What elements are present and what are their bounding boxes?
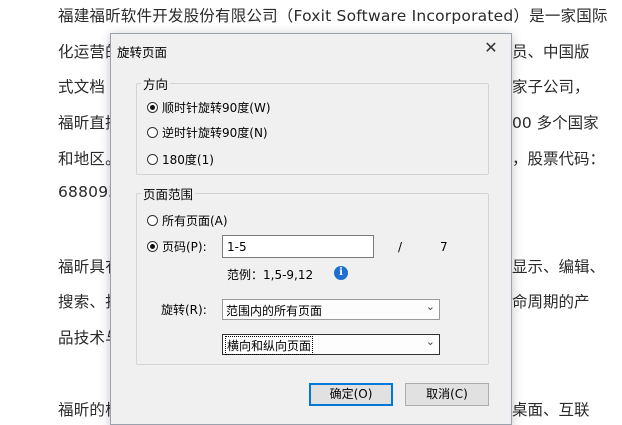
dialog-title: 旋转页面 — [117, 45, 168, 60]
rotate-counterclockwise-label: 逆时针旋转90度(N) — [162, 126, 268, 140]
cancel-button[interactable]: 取消(C) — [405, 383, 489, 406]
rotate-pages-dialog: 旋转页面 ✕ 方向 顺时针旋转90度(W) 逆时针旋转90度(N) 180度(1… — [110, 33, 512, 425]
page-orientation-value: 横向和纵向页面 — [224, 336, 314, 355]
radio-unselected-icon — [147, 215, 158, 226]
all-pages-radio[interactable]: 所有页面(A) — [147, 212, 228, 229]
chevron-down-icon: ⌄ — [425, 300, 435, 313]
document-fragment: 00 多个国家 — [512, 114, 599, 132]
page-slash: / — [398, 240, 403, 254]
ok-button[interactable]: 确定(O) — [309, 383, 393, 406]
radio-selected-icon — [147, 241, 158, 252]
radio-unselected-icon — [147, 154, 158, 165]
close-icon[interactable]: ✕ — [480, 37, 502, 59]
document-fragment: 家子公司， — [512, 78, 590, 96]
document-fragment: 桌面、互联 — [512, 401, 590, 419]
document-fragment: ，股票代码： — [512, 150, 606, 168]
page-numbers-radio[interactable]: 页码(P): — [147, 238, 207, 255]
page-orientation-select[interactable]: 横向和纵向页面 ⌄ — [222, 334, 440, 355]
rotate-counterclockwise-radio[interactable]: 逆时针旋转90度(N) — [147, 124, 268, 141]
range-example-text: 范例：1,5-9,12 — [227, 268, 314, 282]
info-icon[interactable]: i — [334, 266, 348, 280]
rotate-180-label: 180度(1) — [162, 153, 214, 167]
rotate-clockwise-radio[interactable]: 顺时针旋转90度(W) — [147, 99, 271, 116]
all-pages-label: 所有页面(A) — [162, 214, 228, 228]
radio-selected-icon — [147, 102, 158, 113]
rotate-label: 旋转(R): — [161, 303, 207, 317]
rotate-180-radio[interactable]: 180度(1) — [147, 151, 214, 168]
page-range-input[interactable] — [222, 235, 374, 258]
page-numbers-label: 页码(P): — [162, 240, 207, 254]
document-fragment: 显示、编辑、 — [512, 258, 606, 276]
page-range-legend: 页面范围 — [143, 187, 194, 202]
radio-unselected-icon — [147, 127, 158, 138]
rotate-scope-select[interactable]: 范围内的所有页面 ⌄ — [222, 299, 440, 320]
document-fragment: 命周期的产 — [512, 293, 590, 311]
rotate-scope-value: 范围内的所有页面 — [226, 304, 323, 318]
document-fragment: 员、中国版 — [512, 43, 590, 61]
document-line: 福建福昕软件开发股份有限公司（Foxit Software Incorporat… — [58, 7, 608, 25]
chevron-down-icon: ⌄ — [425, 335, 435, 348]
rotate-clockwise-label: 顺时针旋转90度(W) — [162, 101, 271, 115]
total-pages: 7 — [440, 240, 448, 254]
direction-legend: 方向 — [143, 77, 169, 92]
